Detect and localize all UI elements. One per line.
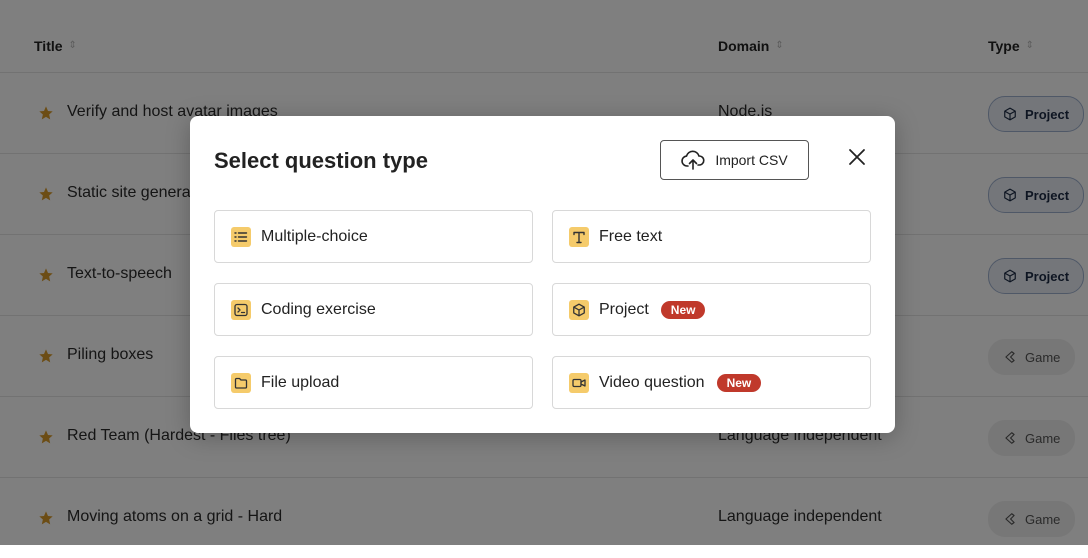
option-label: Project xyxy=(599,300,649,318)
list-icon xyxy=(231,226,251,247)
option-video-question[interactable]: Video question New xyxy=(552,356,871,409)
option-file-upload[interactable]: File upload xyxy=(214,356,533,409)
terminal-icon xyxy=(231,299,251,320)
new-badge: New xyxy=(716,373,762,392)
option-label: Video question xyxy=(599,373,705,391)
option-free-text[interactable]: Free text xyxy=(552,210,871,263)
text-icon xyxy=(569,226,589,247)
cloud-upload-icon xyxy=(681,150,705,170)
option-label: File upload xyxy=(261,373,340,391)
video-icon xyxy=(569,372,589,393)
close-icon[interactable] xyxy=(846,146,868,168)
option-project[interactable]: Project New xyxy=(552,283,871,336)
cube-icon xyxy=(569,299,589,320)
option-multiple-choice[interactable]: Multiple-choice xyxy=(214,210,533,263)
select-question-type-dialog: Select question type Import CSV Multiple… xyxy=(190,116,895,433)
import-csv-label: Import CSV xyxy=(715,152,788,168)
import-csv-button[interactable]: Import CSV xyxy=(660,140,809,180)
new-badge: New xyxy=(660,300,706,319)
option-label: Free text xyxy=(599,227,663,245)
option-coding-exercise[interactable]: Coding exercise xyxy=(214,283,533,336)
option-label: Multiple-choice xyxy=(261,227,368,245)
dialog-title: Select question type xyxy=(214,148,428,173)
folder-icon xyxy=(231,372,251,393)
option-label: Coding exercise xyxy=(261,300,376,318)
